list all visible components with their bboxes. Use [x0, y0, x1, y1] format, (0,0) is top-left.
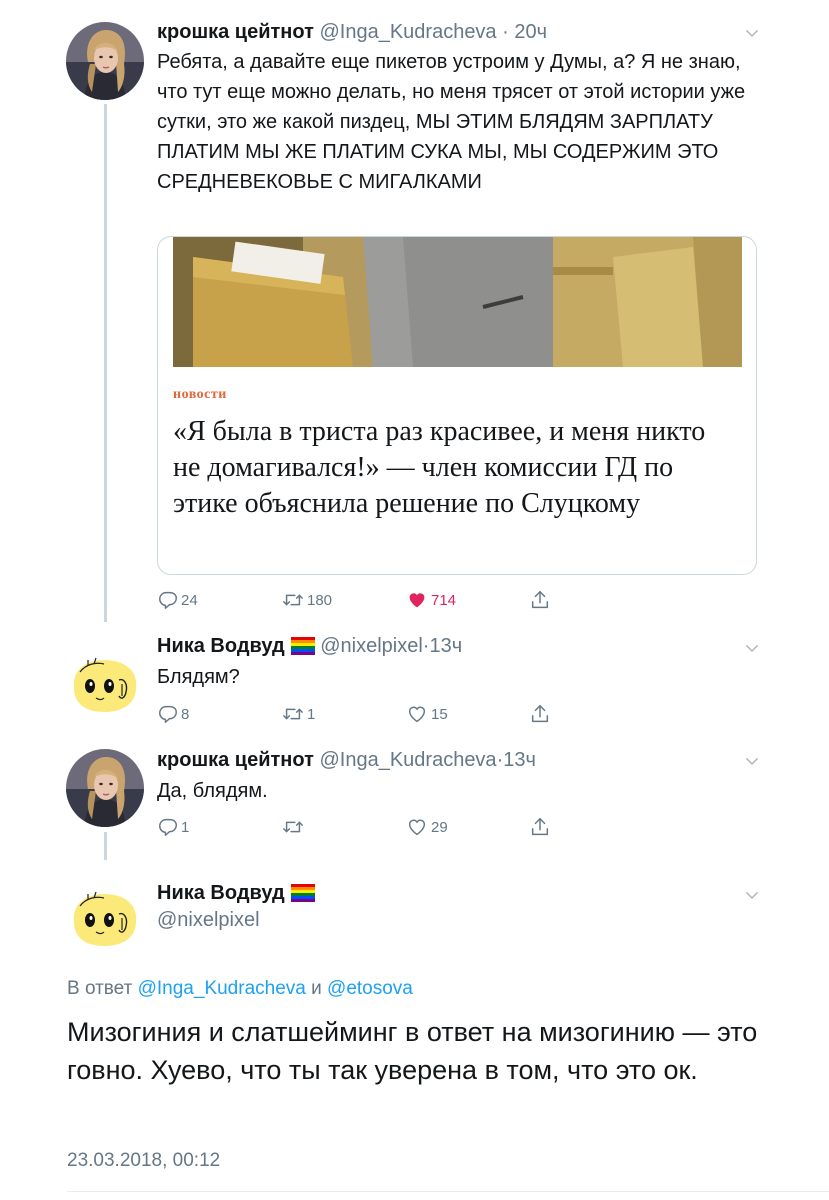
divider	[67, 1191, 829, 1192]
like-count: 29	[431, 818, 448, 836]
mention-link[interactable]: @etosova	[327, 978, 413, 999]
retweet-button[interactable]	[281, 814, 307, 840]
timestamp[interactable]: 20ч	[514, 21, 547, 43]
share-icon	[529, 589, 551, 611]
display-name[interactable]: Ника Водвуд	[157, 635, 285, 657]
tweet-header: Ника Водвуд @nixelpixel·13ч	[157, 635, 462, 658]
reply-icon	[157, 589, 179, 611]
chevron-down-icon[interactable]	[743, 24, 761, 42]
share-icon	[529, 816, 551, 838]
like-button[interactable]: 15	[405, 701, 448, 727]
tweet-header: крошка цейтнот @Inga_Kudracheva · 20ч	[157, 21, 547, 44]
timestamp[interactable]: 13ч	[429, 635, 462, 657]
link-card[interactable]: новости «Я была в триста раз красивее, и…	[157, 236, 757, 575]
share-icon	[529, 703, 551, 725]
like-button[interactable]: 29	[405, 814, 448, 840]
reply-icon	[157, 703, 179, 725]
user-handle-line: @nixelpixel	[157, 909, 260, 932]
user-handle[interactable]: @nixelpixel	[320, 635, 423, 657]
reply-button[interactable]: 1	[157, 814, 189, 840]
reply-and: и	[305, 978, 328, 999]
reply-button[interactable]: 8	[157, 701, 189, 727]
card-image	[173, 237, 742, 367]
tweet-header: крошка цейтнот @Inga_Kudracheva·13ч	[157, 749, 536, 772]
heart-icon	[405, 703, 429, 725]
tweet-text: Блядям?	[157, 666, 240, 688]
user-handle[interactable]: @nixelpixel	[157, 909, 260, 931]
card-kicker: новости	[173, 387, 227, 402]
retweet-button[interactable]: 1	[281, 701, 315, 727]
avatar[interactable]	[66, 749, 144, 827]
heart-icon	[405, 816, 429, 838]
rainbow-flag-icon	[291, 637, 315, 655]
tweet-text: Да, блядям.	[157, 780, 268, 802]
like-button[interactable]: 714	[405, 587, 456, 613]
tweet-text: Мизогиния и слатшейминг в ответ на мизог…	[67, 1017, 758, 1085]
retweet-icon	[281, 589, 305, 611]
retweet-icon	[281, 816, 305, 838]
thread-line	[104, 832, 107, 860]
tweet-header: Ника Водвуд	[157, 882, 315, 905]
user-handle[interactable]: @Inga_Kudracheva	[319, 749, 496, 771]
reply-icon	[157, 816, 179, 838]
tweet-2[interactable]: Ника Водвуд @nixelpixel·13ч Блядям? 8 1 …	[0, 622, 829, 732]
share-button[interactable]	[529, 701, 551, 727]
display-name[interactable]: крошка цейтнот	[157, 21, 314, 43]
retweet-button[interactable]: 180	[281, 587, 332, 613]
tweet-actions: 8 1 15	[157, 701, 577, 727]
display-name[interactable]: крошка цейтнот	[157, 749, 314, 771]
chevron-down-icon[interactable]	[743, 639, 761, 657]
retweet-icon	[281, 703, 305, 725]
avatar[interactable]	[66, 22, 144, 100]
mention-link[interactable]: @Inga_Kudracheva	[138, 978, 306, 999]
card-title[interactable]: «Я была в триста раз красивее, и меня ни…	[173, 414, 733, 522]
reply-button[interactable]: 24	[157, 587, 198, 613]
user-handle[interactable]: @Inga_Kudracheva	[319, 21, 496, 43]
heart-icon	[405, 589, 429, 611]
avatar[interactable]	[66, 642, 144, 720]
tweet-date[interactable]: 23.03.2018, 00:12	[67, 1150, 220, 1172]
like-count: 15	[431, 705, 448, 723]
separator: ·	[502, 21, 509, 43]
rainbow-flag-icon	[291, 884, 315, 902]
tweet-text: Ребята, а давайте еще пикетов устроим у …	[157, 51, 746, 193]
like-count: 714	[431, 591, 457, 609]
avatar[interactable]	[66, 876, 144, 954]
reply-count: 1	[181, 818, 190, 836]
chevron-down-icon[interactable]	[743, 886, 761, 904]
share-button[interactable]	[529, 814, 551, 840]
timestamp[interactable]: 13ч	[503, 749, 536, 771]
display-name[interactable]: Ника Водвуд	[157, 882, 285, 904]
tweet-1[interactable]: крошка цейтнот @Inga_Kudracheva · 20ч Ре…	[0, 0, 829, 622]
reply-prefix: В ответ	[67, 978, 138, 999]
tweet-3[interactable]: крошка цейтнот @Inga_Kudracheva·13ч Да, …	[0, 736, 829, 860]
reply-count: 8	[181, 705, 190, 723]
chevron-down-icon[interactable]	[743, 752, 761, 770]
tweet-actions: 24 180 714	[157, 587, 577, 613]
share-button[interactable]	[529, 587, 551, 613]
reply-context: В ответ @Inga_Kudracheva и @etosova	[67, 978, 413, 1000]
thread-line	[104, 104, 107, 622]
reply-count: 24	[181, 591, 198, 609]
retweet-count: 1	[307, 705, 316, 723]
tweet-actions: 1 29	[157, 814, 577, 840]
retweet-count: 180	[307, 591, 333, 609]
